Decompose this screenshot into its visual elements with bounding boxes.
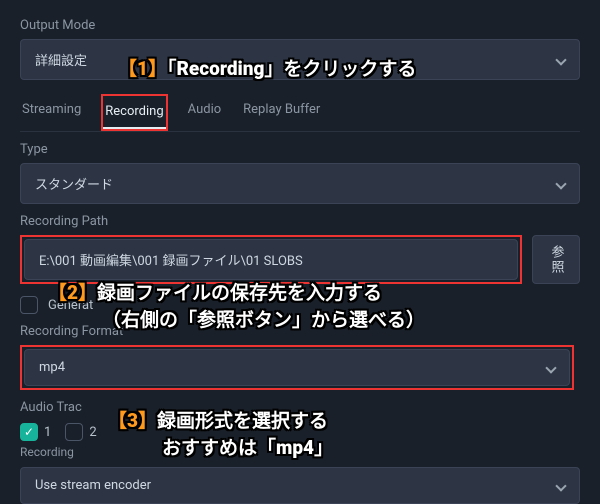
recording-path-label: Recording Path	[20, 214, 580, 229]
type-label: Type	[20, 142, 580, 157]
tab-replay-buffer[interactable]: Replay Buffer	[241, 94, 322, 131]
type-select[interactable]: スタンダード	[20, 163, 580, 204]
chevron-down-icon	[555, 178, 566, 189]
audio-track-1-checkbox[interactable]: ✓	[20, 423, 38, 441]
tab-streaming[interactable]: Streaming	[20, 94, 83, 131]
output-mode-select[interactable]: 詳細設定	[20, 39, 580, 80]
chevron-down-icon	[545, 362, 556, 373]
audio-track-2-checkbox[interactable]	[65, 423, 83, 441]
audio-track-2-label: 2	[89, 425, 96, 440]
encoder-select[interactable]: Use stream encoder	[20, 467, 580, 504]
chevron-down-icon	[555, 480, 566, 491]
generate-checkbox-label: Generat	[48, 298, 93, 313]
recording-format-value: mp4	[39, 360, 65, 375]
type-value: スタンダード	[35, 174, 113, 193]
audio-track-row: ✓ 1 2	[20, 423, 580, 441]
encoder-value: Use stream encoder	[35, 478, 151, 493]
audio-track-1-label: 1	[44, 425, 51, 440]
recording-path-input[interactable]: E:\001 動画編集\001 録画ファイル\01 SLOBS	[24, 239, 518, 280]
recording-sublabel: Recording	[20, 445, 580, 459]
browse-button[interactable]: 参照	[532, 235, 580, 284]
output-mode-value: 詳細設定	[35, 50, 87, 69]
audio-track-label: Audio Trac	[20, 400, 580, 415]
chevron-down-icon	[555, 54, 566, 65]
tab-audio[interactable]: Audio	[186, 94, 223, 131]
recording-format-label: Recording Format	[20, 324, 580, 339]
recording-format-select[interactable]: mp4	[24, 349, 570, 386]
generate-checkbox[interactable]	[20, 296, 38, 314]
output-mode-label: Output Mode	[20, 18, 580, 33]
output-tabs: Streaming Recording Audio Replay Buffer	[20, 94, 580, 132]
tab-recording[interactable]: Recording	[103, 96, 165, 129]
